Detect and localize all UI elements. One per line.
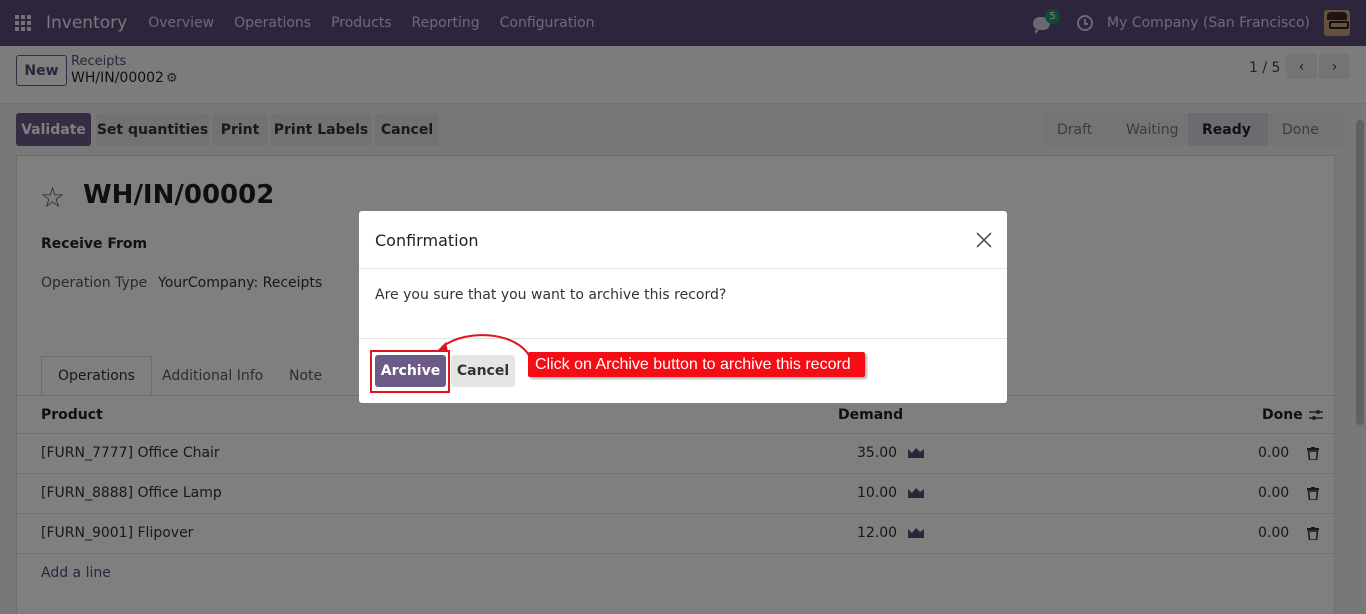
dialog-message: Are you sure that you want to archive th… [375,287,727,303]
dialog-title: Confirmation [375,231,479,250]
dialog-header-divider [359,268,1007,269]
annotation-arrow-icon [436,334,531,358]
annotation-callout: Click on Archive button to archive this … [528,352,865,377]
close-icon[interactable] [975,231,993,249]
